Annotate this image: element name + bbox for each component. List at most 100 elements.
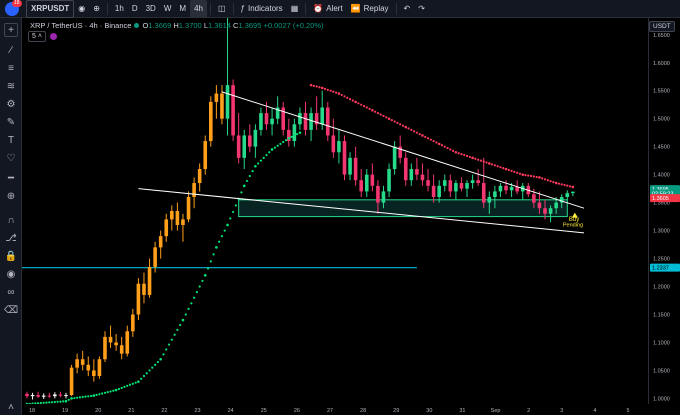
time-tick: 3	[560, 408, 563, 414]
timeframe-1h[interactable]: 1h	[111, 0, 128, 18]
lock-icon[interactable]: 🔒	[4, 249, 18, 263]
fib-retracement-icon[interactable]: ≡	[4, 61, 18, 75]
candle	[381, 191, 386, 203]
candle	[270, 118, 274, 125]
psar-dot-down	[490, 163, 494, 166]
candle	[448, 180, 453, 192]
candle	[80, 359, 85, 365]
time-tick: 22	[161, 408, 167, 414]
collapse-indicators-button[interactable]: 5 ˄	[28, 31, 46, 42]
psar-dot-down	[477, 158, 480, 161]
psar-dot-up	[287, 136, 291, 140]
indicators-button[interactable]: ƒ Indicators	[237, 0, 287, 18]
psar-dot-up	[209, 260, 212, 263]
psar-dot-down	[568, 185, 572, 188]
psar-dot-up	[123, 385, 126, 388]
time-axis[interactable]: 18 19 20 21 22 23 24 25 26 27 28 29 30 31 Sep 2 3 4 5	[22, 404, 648, 415]
price-tick: 1.0500	[653, 368, 670, 374]
psar-dot-down	[552, 180, 555, 184]
candle	[387, 169, 391, 192]
candle	[170, 211, 174, 220]
magnet-icon[interactable]: ∩	[4, 213, 18, 227]
indicator-color-icon[interactable]	[49, 33, 57, 40]
psar-dot-down	[482, 160, 485, 163]
trendline-icon[interactable]: ∕	[4, 43, 18, 57]
candle	[364, 174, 369, 192]
psar-dot-down	[452, 149, 455, 152]
time-tick: 21	[128, 408, 134, 414]
redo-icon[interactable]: ↷	[414, 0, 429, 18]
compare-add-icon[interactable]: ⊕	[89, 0, 104, 18]
psar-dot-down	[315, 85, 318, 88]
chart-legend: XRP / TetherUS · 4h · Binance O 1.3669 H1…	[30, 21, 324, 30]
link-icon[interactable]: ∞	[4, 285, 18, 299]
currency-selector[interactable]: USDT	[649, 21, 675, 32]
psar-dot-up	[137, 380, 140, 383]
heart-icon[interactable]: ♡	[4, 151, 18, 165]
indicators-icon: ƒ	[240, 4, 245, 13]
candle	[242, 135, 247, 158]
psar-dot-up	[284, 139, 288, 142]
alert-button[interactable]: ⏰ Alert	[309, 0, 346, 18]
candle	[476, 180, 480, 184]
timeframe-d[interactable]: D	[128, 0, 142, 18]
undo-icon[interactable]: ↶	[400, 0, 415, 18]
timeframe-3d[interactable]: 3D	[142, 0, 160, 18]
brush-icon[interactable]: ✎	[4, 115, 18, 129]
candle	[504, 185, 508, 191]
trash-icon[interactable]: ⌫	[4, 303, 18, 317]
text-icon[interactable]: T	[4, 133, 18, 147]
crosshair-icon[interactable]: +	[4, 23, 18, 37]
price-scale[interactable]: 1.6500 1.6000 1.5500 1.5000 1.4500 1.4000 1.35…	[648, 18, 680, 404]
psar-dot-down	[510, 169, 513, 173]
lock-drawings-icon[interactable]: ⎇	[4, 231, 18, 245]
time-tick: 31	[459, 408, 465, 414]
psar-dot-down	[379, 113, 382, 116]
chevron-up-icon[interactable]: ˄	[4, 400, 18, 414]
measure-icon[interactable]: ━	[4, 171, 18, 185]
prediction-icon[interactable]: ⚙	[4, 97, 18, 111]
psar-dot-down	[465, 154, 469, 158]
psar-dot-up	[245, 179, 249, 183]
psar-dot-up	[59, 400, 62, 403]
candle	[481, 183, 486, 203]
candle	[248, 135, 252, 147]
candle	[403, 157, 408, 181]
pattern-icon[interactable]: ≋	[4, 79, 18, 93]
eye-icon[interactable]: ◉	[74, 0, 89, 18]
timeframe-m[interactable]: M	[175, 0, 190, 18]
visibility-icon[interactable]: ◉	[4, 267, 18, 281]
price-tick: 1.1500	[653, 312, 670, 318]
timeframe-w[interactable]: W	[160, 0, 176, 18]
psar-dot-up	[257, 162, 260, 165]
psar-dot-down	[493, 164, 496, 167]
psar-dot-up	[148, 369, 151, 372]
symbol-search-button[interactable]: XRPUSDT	[26, 0, 75, 18]
psar-dot-up	[142, 374, 146, 378]
rewind-icon: ⏪	[350, 4, 361, 13]
legend-title[interactable]: XRP / TetherUS · 4h · Binance	[30, 21, 131, 30]
psar-dot-up	[78, 396, 82, 399]
price-chart[interactable]: BuyPending	[22, 18, 648, 404]
candle	[164, 219, 169, 237]
bar-style-icon[interactable]: ◫	[214, 0, 230, 18]
replay-button[interactable]: ⏪ Replay	[347, 0, 393, 18]
psar-dot-up	[248, 174, 251, 178]
psar-dot-down	[440, 144, 444, 147]
candle	[337, 141, 341, 153]
candle	[264, 113, 269, 125]
templates-icon[interactable]: ▦	[287, 0, 303, 18]
psar-dot-up	[112, 389, 115, 392]
candle	[214, 93, 219, 102]
candle	[225, 85, 230, 119]
psar-dot-down	[474, 157, 477, 160]
time-tick: 27	[327, 408, 333, 414]
candle	[119, 345, 124, 354]
psar-dot-up	[128, 383, 132, 386]
candle	[231, 85, 235, 136]
zoom-in-icon[interactable]: ⊕	[4, 189, 18, 203]
psar-dot-up	[170, 338, 173, 341]
timeframe-4h[interactable]: 4h	[190, 0, 207, 18]
psar-dot-down	[557, 182, 561, 185]
psar-dot-up	[109, 390, 112, 393]
